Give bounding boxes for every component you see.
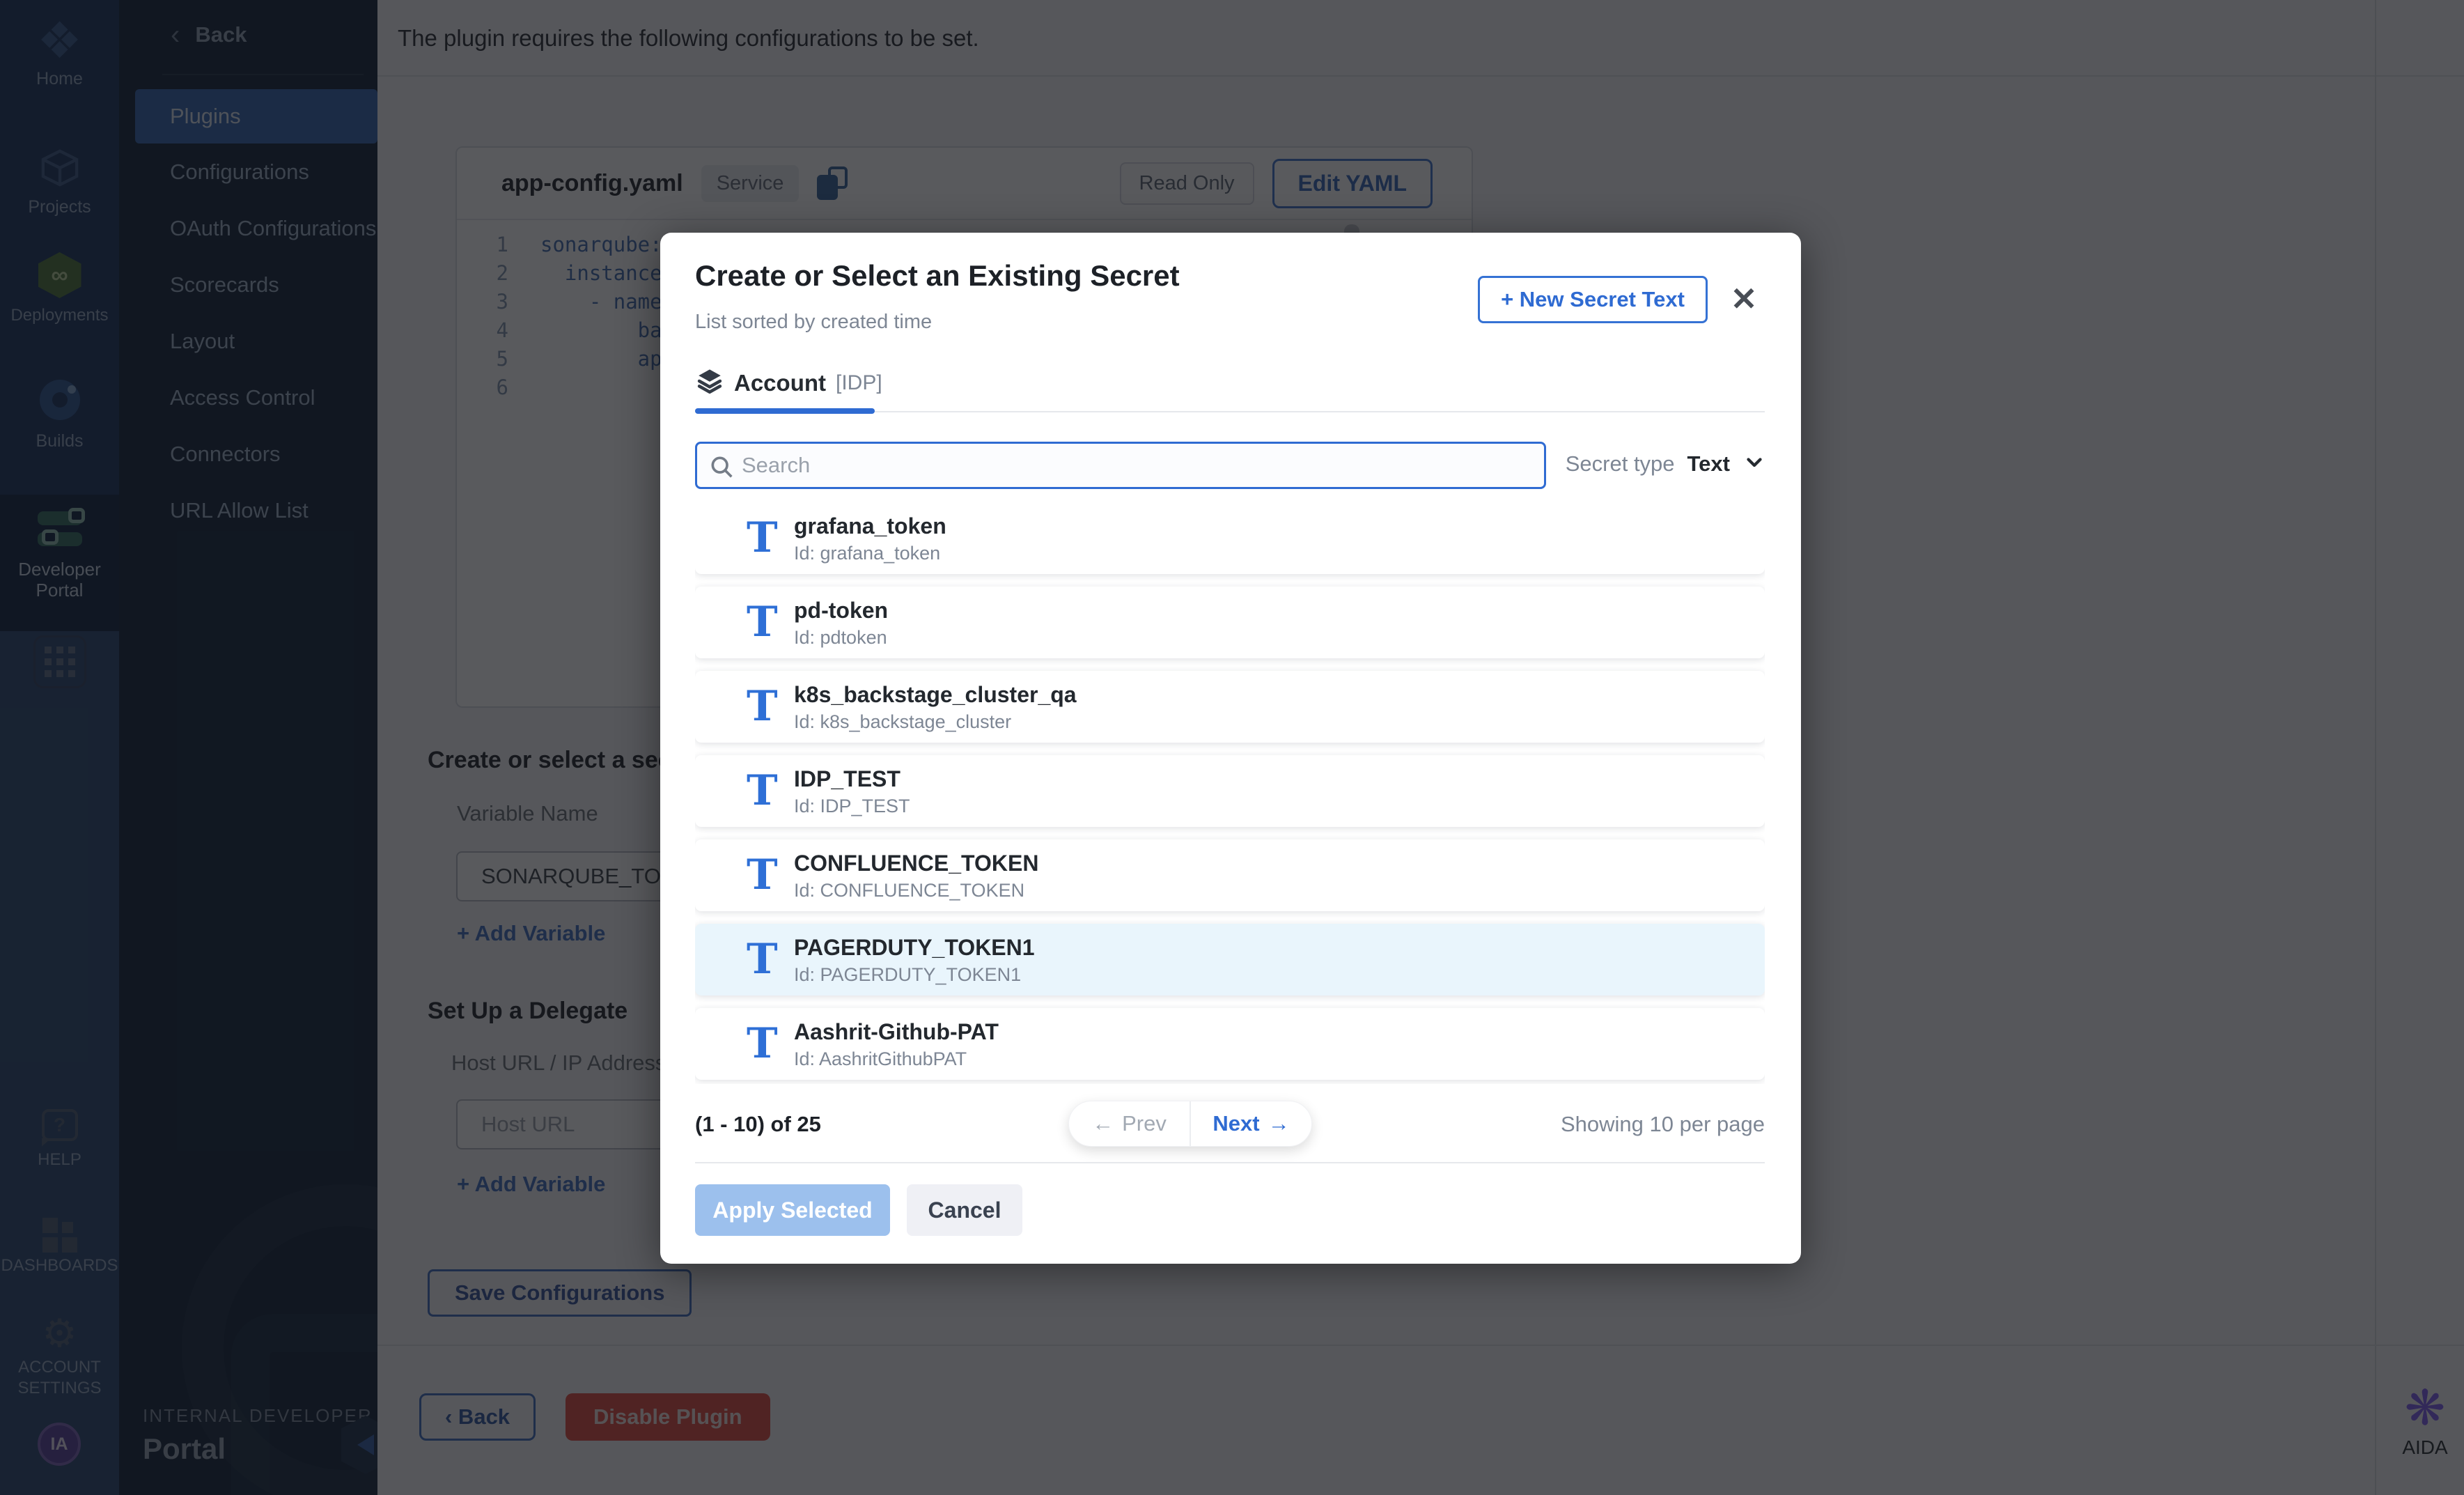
tab-scope-badge: [IDP]: [836, 371, 882, 395]
prev-page-button[interactable]: ← Prev: [1069, 1101, 1191, 1146]
tab-account-idp[interactable]: Account [IDP]: [695, 366, 882, 399]
text-secret-icon: T: [747, 932, 778, 986]
secret-row-pagerduty-token1-selected[interactable]: T PAGERDUTY_TOKEN1 Id: PAGERDUTY_TOKEN1: [695, 924, 1765, 996]
secret-name: pd-token: [794, 598, 888, 623]
pagination-pill: ← Prev Next →: [1068, 1101, 1312, 1147]
active-tab-underline: [695, 408, 875, 414]
secret-row-aashrit-github-pat[interactable]: T Aashrit-Github-PAT Id: AashritGithubPA…: [695, 1008, 1765, 1080]
secret-id: Id: grafana_token: [794, 543, 940, 564]
arrow-left-icon: ←: [1092, 1111, 1114, 1136]
dialog-title: Create or Select an Existing Secret: [695, 259, 1180, 293]
secret-row-k8s-backstage[interactable]: T k8s_backstage_cluster_qa Id: k8s_backs…: [695, 671, 1765, 743]
secret-row-confluence-token[interactable]: T CONFLUENCE_TOKEN Id: CONFLUENCE_TOKEN: [695, 839, 1765, 911]
secret-id: Id: k8s_backstage_cluster: [794, 711, 1011, 733]
secret-row-idp-test[interactable]: T IDP_TEST Id: IDP_TEST: [695, 755, 1765, 827]
modal-footer-divider: [695, 1162, 1765, 1163]
text-secret-icon: T: [747, 848, 778, 902]
cancel-button[interactable]: Cancel: [907, 1184, 1022, 1236]
search-input[interactable]: [742, 444, 1536, 487]
secret-id: Id: pdtoken: [794, 627, 887, 649]
search-box: [695, 442, 1546, 489]
secret-list: T grafana_token Id: grafana_token T pd-t…: [695, 510, 1765, 1084]
secret-type-label: Secret type: [1566, 451, 1675, 477]
secret-name: Aashrit-Github-PAT: [794, 1019, 999, 1045]
secret-id: Id: CONFLUENCE_TOKEN: [794, 880, 1024, 901]
chevron-down-icon: [1742, 450, 1766, 477]
secret-id: Id: PAGERDUTY_TOKEN1: [794, 964, 1021, 986]
secret-type-filter[interactable]: Secret type Text: [1566, 450, 1766, 477]
secret-row-grafana-token[interactable]: T grafana_token Id: grafana_token: [695, 510, 1765, 574]
text-secret-icon: T: [747, 764, 778, 818]
secret-type-value: Text: [1687, 451, 1730, 477]
secret-row-pd-token[interactable]: T pd-token Id: pdtoken: [695, 587, 1765, 658]
tab-label: Account: [734, 370, 826, 396]
text-secret-icon: T: [747, 511, 778, 565]
next-page-button[interactable]: Next →: [1191, 1101, 1311, 1146]
secret-id: Id: IDP_TEST: [794, 796, 910, 817]
layers-icon: [695, 366, 724, 399]
new-secret-text-button[interactable]: + New Secret Text: [1478, 276, 1708, 323]
text-secret-icon: T: [747, 679, 778, 734]
page-size-label: Showing 10 per page: [1561, 1112, 1765, 1137]
app-root: ❖ Home Projects ∞ Deployments Builds Dev…: [0, 0, 2464, 1495]
secret-name: IDP_TEST: [794, 766, 900, 792]
text-secret-icon: T: [747, 595, 778, 649]
close-icon[interactable]: ✕: [1723, 276, 1765, 322]
secret-picker-dialog: Create or Select an Existing Secret List…: [660, 233, 1801, 1264]
secret-name: CONFLUENCE_TOKEN: [794, 851, 1038, 876]
secret-name: k8s_backstage_cluster_qa: [794, 682, 1077, 708]
secret-id: Id: AashritGithubPAT: [794, 1048, 967, 1070]
secret-name: grafana_token: [794, 513, 946, 539]
search-icon: [708, 454, 736, 485]
pagination-count: (1 - 10) of 25: [695, 1112, 821, 1137]
dialog-subtitle: List sorted by created time: [695, 311, 932, 334]
apply-selected-button[interactable]: Apply Selected: [695, 1184, 890, 1236]
arrow-right-icon: →: [1268, 1111, 1290, 1136]
text-secret-icon: T: [747, 1016, 778, 1071]
secret-name: PAGERDUTY_TOKEN1: [794, 935, 1035, 961]
